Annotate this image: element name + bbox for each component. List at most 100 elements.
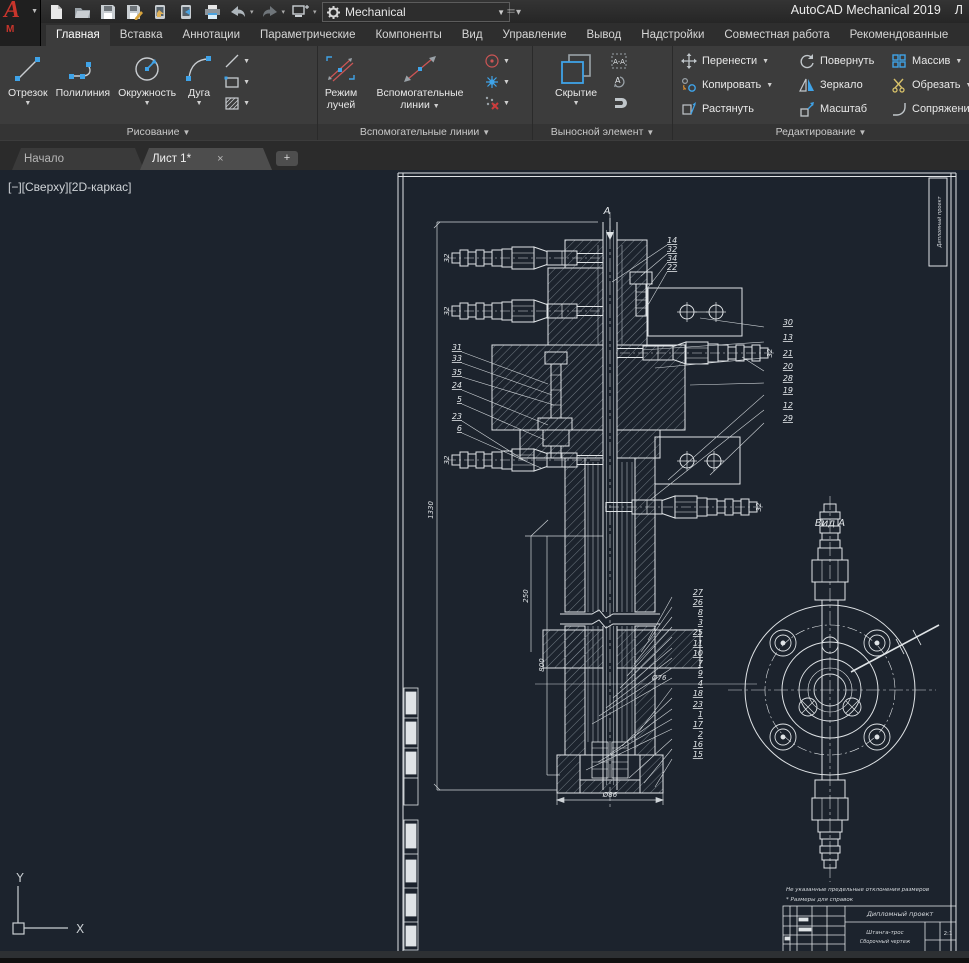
svg-text:15: 15 [693,750,703,759]
panel-title-modify[interactable]: Редактирование ▼ [673,124,969,140]
xline-icon [224,53,240,69]
svg-text:9: 9 [698,669,703,678]
trim-caret[interactable]: ▼ [966,82,969,89]
open-web-mobile-button[interactable] [150,2,170,21]
svg-text:34: 34 [667,254,677,263]
move-caret[interactable]: ▼ [762,58,769,65]
copy-caret[interactable]: ▼ [766,82,773,89]
tab-nadstroyki[interactable]: Надстройки [631,25,714,46]
tab-glavnaya[interactable]: Главная [46,25,110,46]
qat-customize-button[interactable]: ＝▾ [506,3,521,18]
hide-icon [559,51,593,87]
save-button[interactable] [98,2,118,21]
circle-dropdown-caret[interactable]: ▼ [144,100,151,108]
draw-small-column: ▼ ▼ ▼ [222,46,252,112]
new-file-button[interactable] [46,2,66,21]
line-dropdown-caret[interactable]: ▼ [24,100,31,108]
array-button[interactable]: Массив▼ [891,53,969,69]
polyline-button[interactable]: Полилиния [56,46,111,99]
stretch-button[interactable]: Растянуть [681,101,799,117]
svg-text:32: 32 [443,306,451,315]
workspace-name: Mechanical [345,5,406,19]
svg-text:32: 32 [667,245,677,254]
move-button[interactable]: Перенести▼ [681,53,799,69]
rotate-button[interactable]: Повернуть [799,53,891,69]
save-web-mobile-button[interactable] [176,2,196,21]
tab-rekomendovannye[interactable]: Рекомендованные [840,25,959,46]
tab-sovmestnaya-rabota[interactable]: Совместная работа [714,25,839,46]
file-tab-sheet1[interactable]: Лист 1* × [140,148,272,170]
trim-button[interactable]: Обрезать▼ [891,77,969,93]
printer-icon [204,4,221,20]
detail-small-column: A-A A [609,46,631,112]
svg-text:12: 12 [783,401,793,410]
tab-vyvod[interactable]: Вывод [576,25,631,46]
section-aa-icon: A-A [611,53,629,69]
hide-button[interactable]: Скрытие ▼ [555,46,597,108]
undo-dropdown[interactable]: ▾ [250,8,254,16]
rotate-icon [799,53,815,69]
tab-komponenty[interactable]: Компоненты [365,25,451,46]
workspace-switch-button[interactable] [291,2,311,21]
point-burst-small-button[interactable]: ▼ [482,73,512,91]
ribbon: Отрезок ▼ Полилиния Окружность ▼ Дуга ▼ … [0,46,969,142]
workspace-selector[interactable]: Mechanical ▼ [322,2,510,22]
array-caret[interactable]: ▼ [955,58,962,65]
tab-annotacii[interactable]: Аннотации [173,25,250,46]
panel-title-detail[interactable]: Выносной элемент ▼ [533,124,672,140]
rectangle-small-button[interactable]: ▼ [222,73,252,91]
fillet-button[interactable]: Сопряжение [891,101,969,117]
drawing-svg[interactable]: Дипломный проект A [0,170,969,958]
annotation-update-small-button[interactable]: A [609,73,631,91]
hide-dropdown-caret[interactable]: ▼ [573,100,580,108]
open-file-button[interactable] [72,2,92,21]
svg-text:1: 1 [698,710,703,719]
construction-small-column: ▼ ▼ ▼ [482,46,512,112]
tab-upravlenie[interactable]: Управление [493,25,577,46]
svg-text:2:1: 2:1 [944,931,953,937]
construction-lines-caret[interactable]: ▼ [433,103,440,110]
close-icon[interactable]: × [217,153,223,165]
move-icon [681,53,697,69]
svg-text:27: 27 [693,588,704,597]
undo-button[interactable] [228,2,248,21]
tab-parametricheskie[interactable]: Параметрические [250,25,365,46]
hide-object-small-button[interactable] [609,94,631,112]
construction-line-small-button[interactable]: ▼ [222,52,252,70]
line-button[interactable]: Отрезок ▼ [8,46,48,108]
mirror-button[interactable]: Зеркало [799,77,891,93]
section-aa-small-button[interactable]: A-A [609,52,631,70]
ray-mode-button[interactable]: Режим лучей [324,46,358,111]
new-tab-button[interactable]: + [276,151,298,166]
svg-text:7: 7 [698,659,704,668]
svg-text:21: 21 [783,349,793,358]
scale-button[interactable]: Масштаб [799,101,891,117]
hatch-small-button[interactable]: ▼ [222,94,252,112]
tab-vstavka[interactable]: Вставка [110,25,173,46]
arc-dropdown-caret[interactable]: ▼ [196,100,203,108]
tab-vid[interactable]: Вид [452,25,493,46]
ray-circle-small-button[interactable]: ▼ [482,52,512,70]
workspace-dropdown-caret[interactable]: ▾ [313,8,317,16]
svg-text:32: 32 [766,348,774,357]
plot-button[interactable] [202,2,222,21]
circle-button[interactable]: Окружность ▼ [118,46,176,108]
panel-title-draw[interactable]: Рисование ▼ [0,124,317,140]
panel-title-construction[interactable]: Вспомогательные линии ▼ [318,124,532,140]
construction-lines-button[interactable]: Вспомогательные линии ▼ [364,46,476,111]
save-as-button[interactable] [124,2,144,21]
svg-text:Дипломный проект: Дипломный проект [937,195,943,248]
svg-text:4: 4 [698,679,703,688]
file-tab-start[interactable]: Начало [12,148,144,170]
application-menu-button[interactable]: A М ▼ [0,0,41,46]
redo-button[interactable] [260,2,280,21]
line-icon [12,51,44,87]
redo-dropdown[interactable]: ▾ [282,8,286,16]
viewport-controls[interactable]: [−][Сверху][2D-каркас] [8,180,132,194]
drawing-canvas[interactable]: Дипломный проект A [0,170,969,958]
arc-button[interactable]: Дуга ▼ [184,46,214,108]
save-as-icon [126,4,143,20]
erase-construction-small-button[interactable]: ▼ [482,94,512,112]
ray-mode-icon [324,51,358,87]
copy-button[interactable]: Копировать▼ [681,77,799,93]
